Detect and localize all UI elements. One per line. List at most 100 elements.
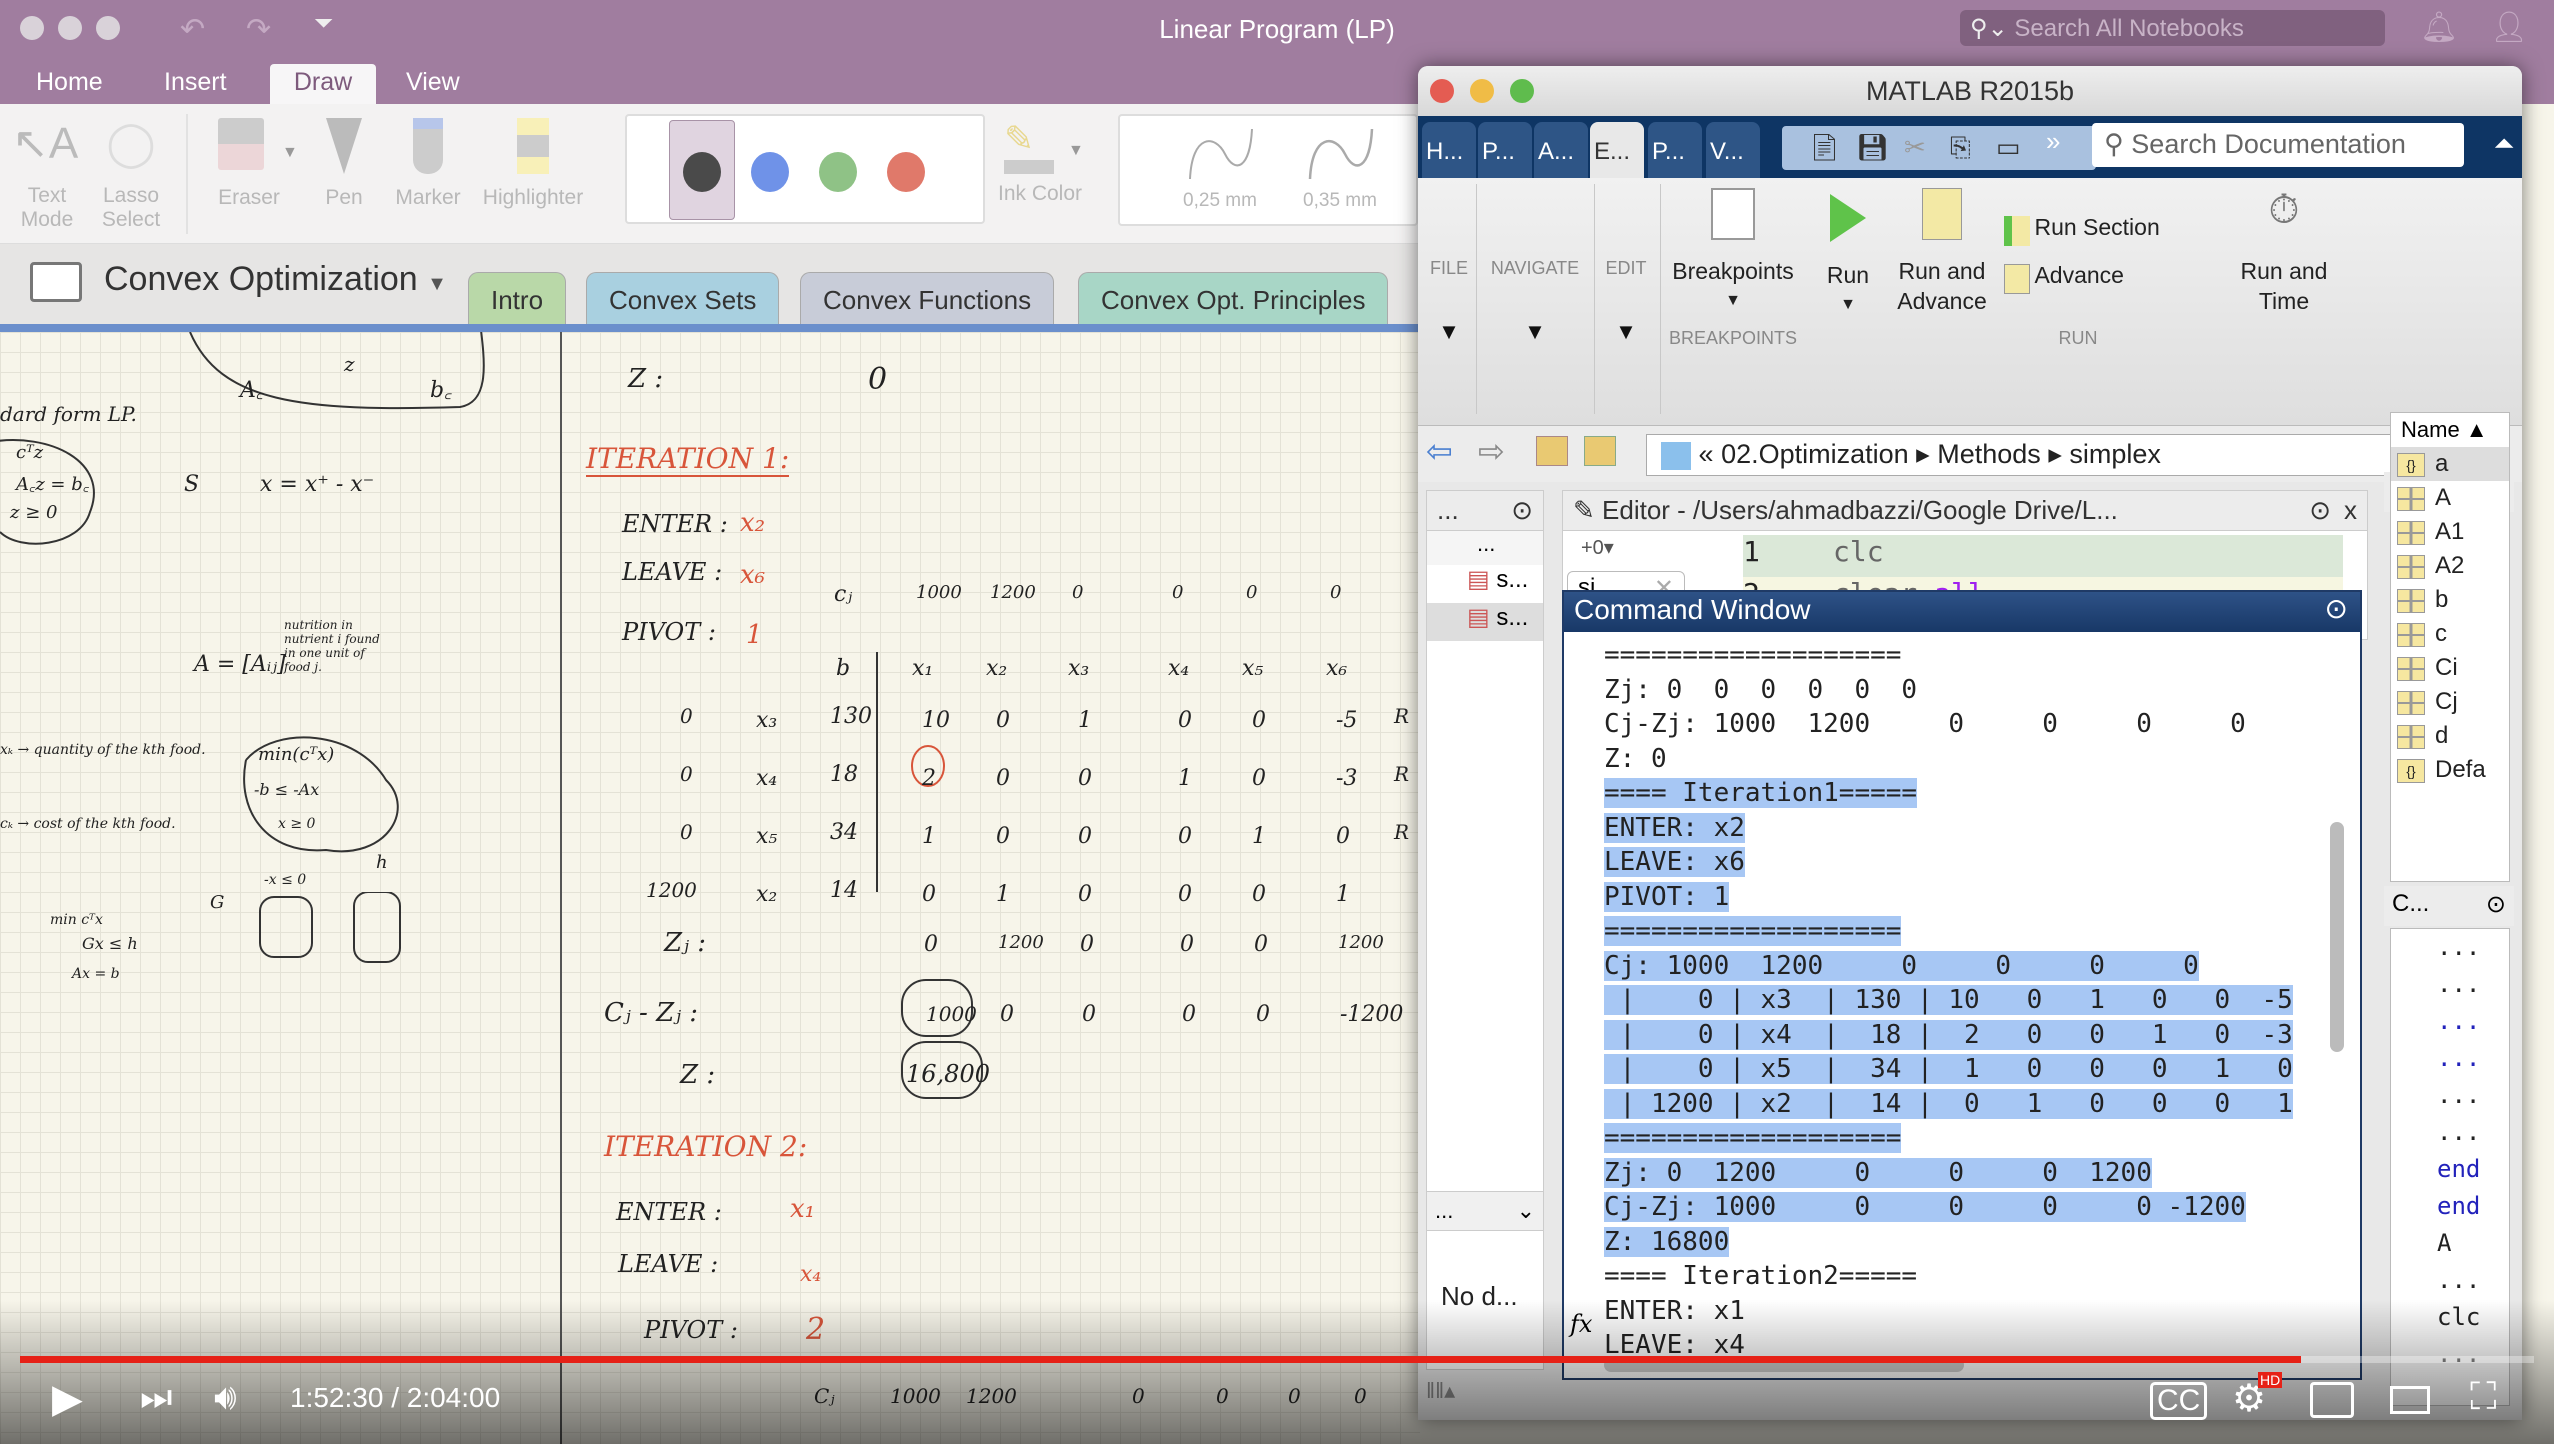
- panel-menu-icon[interactable]: ⊙: [2309, 495, 2331, 526]
- theater-mode-button[interactable]: [2390, 1386, 2430, 1414]
- command-output-line[interactable]: ENTER: x2: [1604, 811, 2344, 846]
- tab-apps[interactable]: A...: [1534, 122, 1588, 178]
- workspace-variable[interactable]: {} Defa: [2391, 753, 2509, 787]
- panel-menu-icon[interactable]: ⊙: [1511, 495, 1533, 526]
- subtitles-cc-button[interactable]: CC: [2150, 1382, 2208, 1420]
- history-entry[interactable]: ...: [2391, 1003, 2509, 1040]
- eraser-dropdown-icon[interactable]: ▼: [282, 144, 298, 162]
- history-entry[interactable]: ...: [2391, 1077, 2509, 1114]
- command-output-line[interactable]: Z: 0: [1604, 742, 2344, 777]
- tab-insert[interactable]: Insert: [148, 64, 243, 104]
- up-folder-icon[interactable]: [1536, 436, 1568, 466]
- section-tab-convex-sets[interactable]: Convex Sets: [586, 272, 780, 324]
- edit-section-button[interactable]: EDIT ▼: [1598, 258, 1654, 345]
- command-output-line[interactable]: ===================: [1604, 914, 2344, 949]
- fullscreen-button[interactable]: ⛶: [2470, 1376, 2497, 1419]
- history-entry[interactable]: end: [2391, 1188, 2509, 1225]
- command-output-line[interactable]: Cj-Zj: 1000 0 0 0 0 -1200: [1604, 1190, 2344, 1225]
- command-window[interactable]: Command Window ⊙ =================== Zj: …: [1562, 590, 2362, 1380]
- browse-folder-icon[interactable]: [1584, 436, 1616, 466]
- file-section-button[interactable]: FILE ▼: [1422, 258, 1476, 345]
- workspace-variable[interactable]: A2: [2391, 549, 2509, 583]
- play-button[interactable]: ▶: [52, 1376, 83, 1422]
- ink-color-dropdown-icon[interactable]: ▼: [1068, 142, 1084, 160]
- notification-bell-icon[interactable]: 🔔︎: [2420, 10, 2458, 45]
- share-add-user-icon[interactable]: 👤︎: [2490, 10, 2528, 45]
- file-item[interactable]: ▤ s...: [1427, 565, 1543, 603]
- workspace-variable[interactable]: A1: [2391, 515, 2509, 549]
- command-output[interactable]: =================== Zj: 0 0 0 0 0 0 Cj-Zj:…: [1604, 638, 2344, 1378]
- navigate-section-button[interactable]: NAVIGATE ▼: [1480, 258, 1590, 345]
- history-entry[interactable]: ...: [2391, 1040, 2509, 1077]
- workspace-variable[interactable]: b: [2391, 583, 2509, 617]
- tab-publish[interactable]: P...: [1648, 122, 1702, 178]
- workspace-variable[interactable]: A: [2391, 481, 2509, 515]
- window-layout-icon[interactable]: ▭: [1996, 132, 2021, 163]
- notebook-selector[interactable]: Convex Optimization ▼: [104, 260, 447, 299]
- pen-color-swatch-green[interactable]: [819, 152, 857, 192]
- tab-home[interactable]: H...: [1422, 122, 1476, 178]
- history-entry[interactable]: A: [2391, 1225, 2509, 1262]
- path-segment[interactable]: Methods: [1937, 439, 2041, 469]
- command-output-line[interactable]: Cj-Zj: 1000 1200 0 0 0 0: [1604, 707, 2344, 742]
- workspace-variable[interactable]: Cj: [2391, 685, 2509, 719]
- run-button[interactable]: Run ▼: [1818, 188, 1878, 320]
- pen-color-swatch-dark[interactable]: [683, 152, 721, 192]
- workspace-variable[interactable]: d: [2391, 719, 2509, 753]
- path-segment[interactable]: 02.Optimization: [1721, 439, 1909, 469]
- search-notebooks-input[interactable]: ⚲⌄ Search All Notebooks: [1960, 10, 2385, 46]
- column-header[interactable]: ...: [1427, 531, 1543, 565]
- command-output-line[interactable]: | 1200 | x2 | 14 | 0 1 0 0 0 1: [1604, 1087, 2344, 1122]
- tab-view[interactable]: V...: [1706, 122, 1760, 178]
- marker-button[interactable]: Marker: [392, 118, 464, 228]
- run-and-advance-button[interactable]: Run and Advance: [1892, 188, 1992, 316]
- cut-icon[interactable]: ✂: [1904, 132, 1926, 163]
- section-tab-convex-functions[interactable]: Convex Functions: [800, 272, 1055, 324]
- miniplayer-button[interactable]: [2310, 1382, 2354, 1418]
- copy-icon[interactable]: ⎘: [1950, 132, 1971, 164]
- eraser-button[interactable]: Eraser: [214, 118, 284, 228]
- details-panel-header[interactable]: ... ⌄: [1427, 1191, 1543, 1231]
- advance-button[interactable]: Advance: [2004, 260, 2124, 294]
- back-arrow-icon[interactable]: ⇦: [1426, 432, 1453, 470]
- history-entry[interactable]: ...: [2391, 1262, 2509, 1299]
- tab-view[interactable]: View: [390, 64, 476, 104]
- volume-button[interactable]: 🔊︎: [214, 1376, 237, 1419]
- command-output-line[interactable]: ==== Iteration2=====: [1604, 1259, 2344, 1294]
- search-documentation-input[interactable]: ⚲ Search Documentation: [2092, 123, 2464, 167]
- file-item-selected[interactable]: ▤ s...: [1427, 603, 1543, 641]
- history-entry[interactable]: ...: [2391, 1114, 2509, 1151]
- history-entry[interactable]: ...: [2391, 966, 2509, 1003]
- vertical-scrollbar[interactable]: [2330, 822, 2344, 1052]
- tab-plots[interactable]: P...: [1478, 122, 1532, 178]
- run-and-time-button[interactable]: ⏱ Run and Time: [2234, 188, 2334, 316]
- forward-arrow-icon[interactable]: ⇨: [1478, 432, 1505, 470]
- path-segment[interactable]: simplex: [2069, 439, 2161, 469]
- tab-home[interactable]: Home: [20, 64, 119, 104]
- command-output-line[interactable]: ===================: [1604, 1121, 2344, 1156]
- section-tab-convex-opt-principles[interactable]: Convex Opt. Principles: [1078, 272, 1389, 324]
- command-output-line[interactable]: Zj: 0 1200 0 0 0 1200: [1604, 1156, 2344, 1191]
- highlighter-button[interactable]: Highlighter: [474, 118, 592, 228]
- command-output-line[interactable]: | 0 | x3 | 130 | 10 0 1 0 0 -5: [1604, 983, 2344, 1018]
- section-tab-intro[interactable]: Intro: [468, 272, 567, 324]
- next-video-button[interactable]: ⏭: [140, 1376, 172, 1419]
- command-output-line[interactable]: Cj: 1000 1200 0 0 0 0: [1604, 949, 2344, 984]
- breakpoints-button[interactable]: Breakpoints ▼: [1668, 188, 1798, 316]
- pen-color-swatch-blue[interactable]: [751, 152, 789, 192]
- command-output-line[interactable]: ===================: [1604, 638, 2344, 673]
- collapse-toolstrip-icon[interactable]: ⏶: [2494, 128, 2515, 160]
- notebook-icon[interactable]: [30, 262, 82, 302]
- command-output-line[interactable]: | 0 | x4 | 18 | 2 0 0 1 0 -3: [1604, 1018, 2344, 1053]
- ink-color-button[interactable]: ✎ Ink Color: [990, 118, 1090, 228]
- workspace-variable[interactable]: c: [2391, 617, 2509, 651]
- command-output-line[interactable]: Z: 16800: [1604, 1225, 2344, 1260]
- settings-gear-icon[interactable]: ⚙ HD: [2232, 1372, 2283, 1421]
- note-canvas[interactable]: A꜀ z b꜀ dard form LP. cᵀz A꜀z = b꜀ z ≥ 0…: [0, 332, 1420, 1444]
- document-bar-counter[interactable]: +0▾: [1567, 535, 1685, 565]
- command-output-line[interactable]: | 0 | x5 | 34 | 1 0 0 0 1 0: [1604, 1052, 2344, 1087]
- command-output-line[interactable]: LEAVE: x6: [1604, 845, 2344, 880]
- code-line[interactable]: 1 clc: [1743, 535, 2343, 577]
- current-folder-path[interactable]: « 02.Optimization ▸ Methods ▸ simplex ▼: [1646, 434, 2466, 476]
- history-entry[interactable]: end: [2391, 1151, 2509, 1188]
